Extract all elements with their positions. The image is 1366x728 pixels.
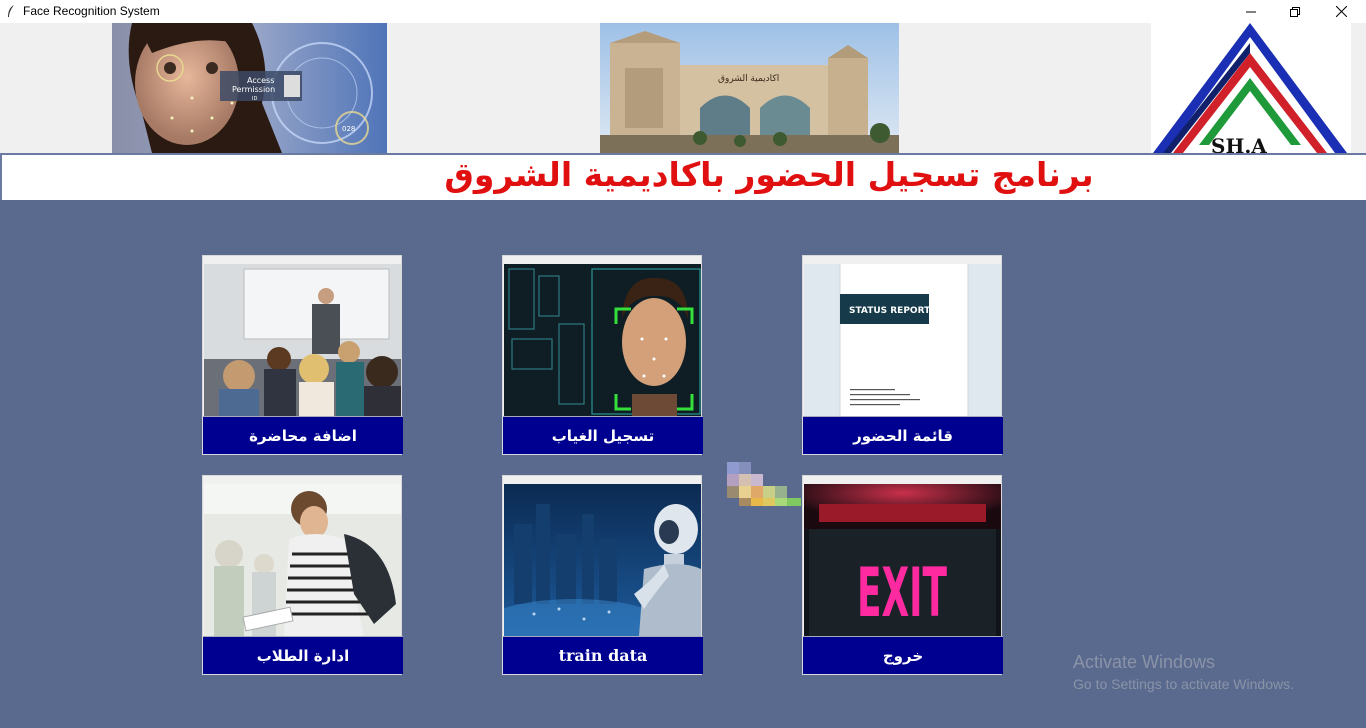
tile-label: ادارة الطلاب [203, 636, 403, 674]
header-banner: Access Permission ID 028 اكاديمية الشروق [0, 23, 1366, 153]
svg-text:ID: ID [252, 96, 257, 102]
svg-text:028: 028 [342, 125, 355, 133]
exit-button[interactable]: EXIT خروج [802, 475, 1003, 675]
page-title: برنامج تسجيل الحضور باكاديمية الشروق [444, 155, 1094, 194]
heading-bar: برنامج تسجيل الحضور باكاديمية الشروق [0, 153, 1366, 200]
minimize-icon [1246, 11, 1256, 12]
watermark-title: Activate Windows [1073, 652, 1216, 672]
svg-text:Access: Access [247, 76, 274, 85]
academy-gate-image: اكاديمية الشروق [600, 23, 899, 153]
train-data-button[interactable]: train data [502, 475, 703, 675]
student-image [204, 484, 401, 636]
tile-label: قائمة الحضور [803, 416, 1003, 454]
exit-sign-image: EXIT [804, 484, 1001, 636]
watermark-subtitle: Go to Settings to activate Windows. [1073, 676, 1294, 692]
classroom-image [204, 264, 401, 416]
face-recognition-image: Access Permission ID 028 [112, 23, 387, 153]
status-report-image: STATUS REPORT [804, 264, 1001, 416]
manage-students-button[interactable]: ادارة الطلاب [202, 475, 403, 675]
tile-label: train data [503, 636, 703, 674]
add-lecture-button[interactable]: اضافة محاضرة [202, 255, 403, 455]
window-titlebar: Face Recognition System [0, 0, 1366, 23]
sha-logo-image: SH.A [1151, 23, 1351, 153]
face-scan-image [504, 264, 701, 416]
restore-icon [1290, 6, 1300, 17]
svg-text:STATUS REPORT: STATUS REPORT [849, 306, 931, 316]
window-title: Face Recognition System [23, 4, 160, 18]
feather-app-icon [8, 5, 14, 17]
ai-robot-image [504, 484, 701, 636]
restore-button[interactable] [1272, 0, 1318, 23]
close-icon [1335, 6, 1347, 17]
svg-text:SH.A: SH.A [1211, 134, 1267, 153]
activate-windows-watermark: Activate Windows Go to Settings to activ… [1073, 652, 1294, 692]
svg-text:EXIT: EXIT [857, 554, 947, 633]
tile-label: خروج [803, 636, 1003, 674]
pixelated-thumbnail [727, 462, 801, 506]
svg-text:اكاديمية الشروق: اكاديمية الشروق [718, 74, 779, 84]
record-absence-button[interactable]: تسجيل الغياب [502, 255, 703, 455]
svg-text:Permission: Permission [232, 85, 275, 94]
tile-label: تسجيل الغياب [503, 416, 703, 454]
tile-label: اضافة محاضرة [203, 416, 403, 454]
attendance-list-button[interactable]: STATUS REPORT قائمة الحضور [802, 255, 1003, 455]
close-button[interactable] [1318, 0, 1364, 23]
minimize-button[interactable] [1228, 0, 1274, 23]
